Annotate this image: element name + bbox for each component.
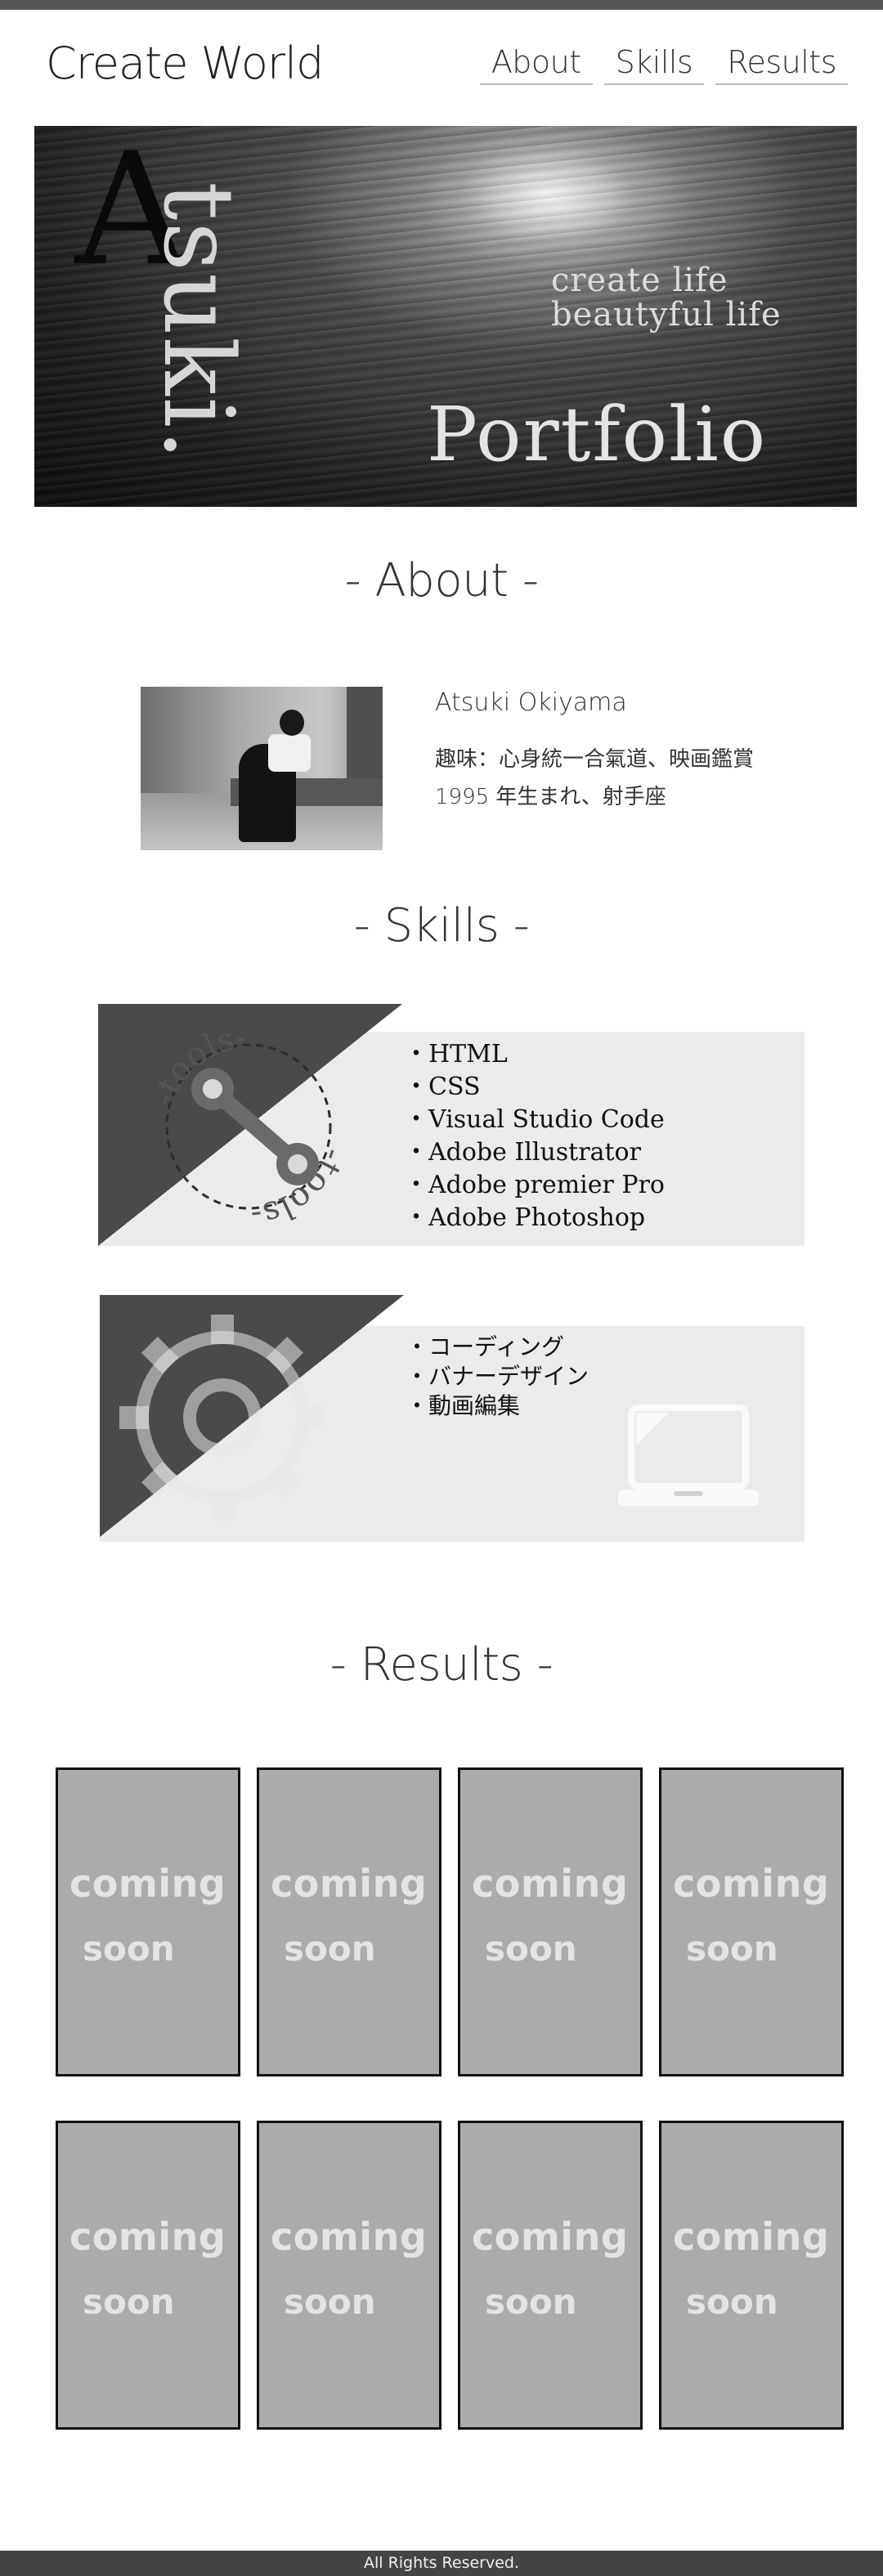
- tools-list: ・HTML ・CSS ・Visual Studio Code ・Adobe Il…: [404, 1038, 665, 1234]
- abilities-list: ・コーディング ・バナーデザイン ・動画編集: [406, 1333, 589, 1421]
- abilities-list-item: ・バナーデザイン: [406, 1363, 589, 1390]
- profile-name: Atsuki Okiyama: [435, 688, 627, 717]
- result-card-line-1: coming: [673, 1861, 830, 1906]
- result-card-line-1: coming: [472, 2215, 629, 2259]
- result-card[interactable]: coming soon: [659, 2121, 844, 2430]
- tools-list-item: ・Adobe Photoshop: [404, 1203, 646, 1232]
- hero-tagline-line-1: create life: [551, 262, 728, 299]
- result-card[interactable]: coming soon: [257, 2121, 441, 2430]
- about-heading: - About -: [344, 554, 539, 607]
- hero-title: Portfolio: [427, 391, 768, 478]
- tools-list-item: ・CSS: [404, 1073, 481, 1101]
- tools-list-item: ・Adobe Illustrator: [404, 1138, 641, 1167]
- result-card-line-2: soon: [284, 1929, 376, 1969]
- result-card[interactable]: coming soon: [257, 1767, 441, 2076]
- nav-link-skills[interactable]: Skills: [603, 44, 705, 85]
- abilities-card: ・コーディング ・バナーデザイン ・動画編集: [100, 1295, 805, 1542]
- abilities-list-item: ・コーディング: [406, 1333, 565, 1360]
- site-logo[interactable]: Create World: [46, 38, 324, 89]
- nav-link-about[interactable]: About: [479, 44, 593, 85]
- skills-heading: - Skills -: [353, 899, 530, 952]
- tools-card: -tools- -tools- ・HTML ・CSS ・Visual Studi…: [98, 1004, 805, 1246]
- result-card-line-2: soon: [686, 1929, 778, 1969]
- top-bar: [0, 0, 883, 10]
- result-card-line-2: soon: [485, 1929, 577, 1969]
- laptop-icon: [618, 1404, 759, 1506]
- hero-vertical-word: tsuki.: [142, 181, 255, 462]
- result-card-line-1: coming: [271, 1861, 428, 1906]
- result-card-line-2: soon: [83, 2282, 175, 2322]
- result-card-line-2: soon: [686, 2282, 778, 2322]
- hero-water-glare: [419, 126, 697, 273]
- nav-link-results[interactable]: Results: [715, 44, 848, 85]
- hero-tagline-line-2: beautyful life: [551, 296, 782, 334]
- result-card-line-2: soon: [284, 2282, 376, 2322]
- result-card[interactable]: coming soon: [458, 1767, 643, 2076]
- result-card-line-2: soon: [83, 1929, 175, 1969]
- result-card[interactable]: coming soon: [659, 1767, 844, 2076]
- profile-photo: [141, 687, 383, 850]
- results-heading: - Results -: [329, 1638, 554, 1691]
- tools-emblem: -tools- -tools-: [98, 1004, 402, 1246]
- result-card-line-2: soon: [485, 2282, 577, 2322]
- tools-list-item: ・HTML: [404, 1040, 508, 1068]
- abilities-list-item: ・動画編集: [406, 1392, 521, 1419]
- footer: All Rights Reserved.: [0, 2551, 883, 2576]
- main-nav: About Skills Results: [479, 44, 848, 85]
- result-card-line-1: coming: [673, 2215, 830, 2259]
- profile-hobby: 趣味：心身統一合氣道、映画鑑賞: [435, 747, 755, 772]
- footer-copyright: All Rights Reserved.: [363, 2554, 520, 2572]
- result-card[interactable]: coming soon: [458, 2121, 643, 2430]
- tools-list-item: ・Visual Studio Code: [404, 1105, 665, 1134]
- abilities-emblem: [100, 1295, 404, 1537]
- result-card-line-1: coming: [472, 1861, 629, 1906]
- hero-banner: A tsuki. create life beautyful life Port…: [34, 126, 857, 507]
- tools-list-item: ・Adobe premier Pro: [404, 1171, 665, 1199]
- result-card-line-1: coming: [69, 1861, 226, 1906]
- result-card-line-1: coming: [69, 2215, 226, 2259]
- hero-tagline: create life beautyful life: [551, 263, 782, 332]
- profile-birth: 1995 年生まれ、射手座: [435, 785, 666, 809]
- result-card[interactable]: coming soon: [56, 2121, 240, 2430]
- result-card[interactable]: coming soon: [56, 1767, 240, 2076]
- result-card-line-1: coming: [271, 2215, 428, 2259]
